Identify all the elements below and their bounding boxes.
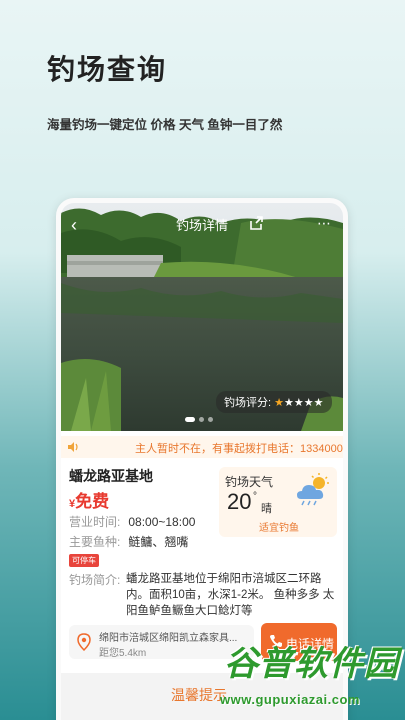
watermark-url: www.gupuxiazai.com xyxy=(220,692,360,707)
notice-bar: 主人暂时不在，有事起拨打电话：1334000 xyxy=(61,436,343,458)
rating-star-icon: ★ xyxy=(293,397,304,409)
more-icon[interactable]: ⋯ xyxy=(317,215,331,232)
hero-title: 钓场查询 xyxy=(47,54,168,85)
rating-label: 钓场评分: xyxy=(224,397,272,409)
distance-text: 距您5.4km xyxy=(99,648,147,659)
notice-text: 主人暂时不在，有事起拨打电话：1334000 xyxy=(135,443,343,455)
carousel-dot[interactable] xyxy=(185,417,195,422)
speaker-icon xyxy=(67,440,79,458)
weather-condition: 晴 xyxy=(261,503,272,515)
watermark-logo: 谷普软件园 www.gupuxiazai.com xyxy=(200,636,405,720)
rating-star-icon: ★ xyxy=(313,397,324,409)
share-icon[interactable] xyxy=(248,215,264,236)
watermark-brand: 谷普软件园 xyxy=(224,645,399,683)
weather-card[interactable]: 钓场天气 20 ° 晴 适宜钓鱼 xyxy=(219,467,337,537)
fish-value: 鲢鳙、翘嘴 xyxy=(128,535,189,549)
price-value: 免费 xyxy=(75,492,110,511)
spot-name: 蟠龙路亚基地 xyxy=(69,468,153,484)
hours-label: 营业时间: xyxy=(69,515,121,529)
carousel-dots xyxy=(185,417,213,422)
carousel-dot[interactable] xyxy=(208,417,213,422)
parking-tag: 可停车 xyxy=(69,554,99,567)
rating-star-icon: ★ xyxy=(303,397,314,409)
rating-box: 钓场评分: ★★★★★ xyxy=(216,391,332,413)
weather-suitability: 适宜钓鱼 xyxy=(259,523,299,534)
carousel-dot[interactable] xyxy=(199,417,204,422)
fish-label: 主要鱼种: xyxy=(69,535,121,549)
hours-value: 08:00~18:00 xyxy=(128,515,196,529)
rating-star-icon: ★ xyxy=(284,397,294,409)
detail-topbar: ‹ 钓场详情 ⋯ xyxy=(61,213,343,235)
fish-row: 主要鱼种: 鲢鳙、翘嘴 xyxy=(69,533,188,550)
spot-price: ¥免费 xyxy=(69,487,109,512)
weather-deg: ° xyxy=(253,491,257,502)
topbar-title: 钓场详情 xyxy=(175,218,228,233)
weather-temp: 20 xyxy=(227,489,252,514)
sun-cloud-icon xyxy=(295,473,331,512)
rating-star-icon: ★ xyxy=(274,397,284,409)
rating-stars: ★★★★★ xyxy=(274,397,323,409)
intro-label: 钓场简介: xyxy=(69,573,121,587)
location-pin-icon xyxy=(77,633,91,656)
weather-title: 钓场天气 xyxy=(225,475,274,489)
hero-subtitle: 海量钓场一键定位 价格 天气 鱼钟一目了然 xyxy=(47,118,283,132)
intro-text: 蟠龙路亚基地位于绵阳市涪城区二环路内。面积10亩，水深1-2米。 鱼种多多 太阳… xyxy=(126,573,335,617)
hours-row: 营业时间: 08:00~18:00 xyxy=(69,513,195,530)
